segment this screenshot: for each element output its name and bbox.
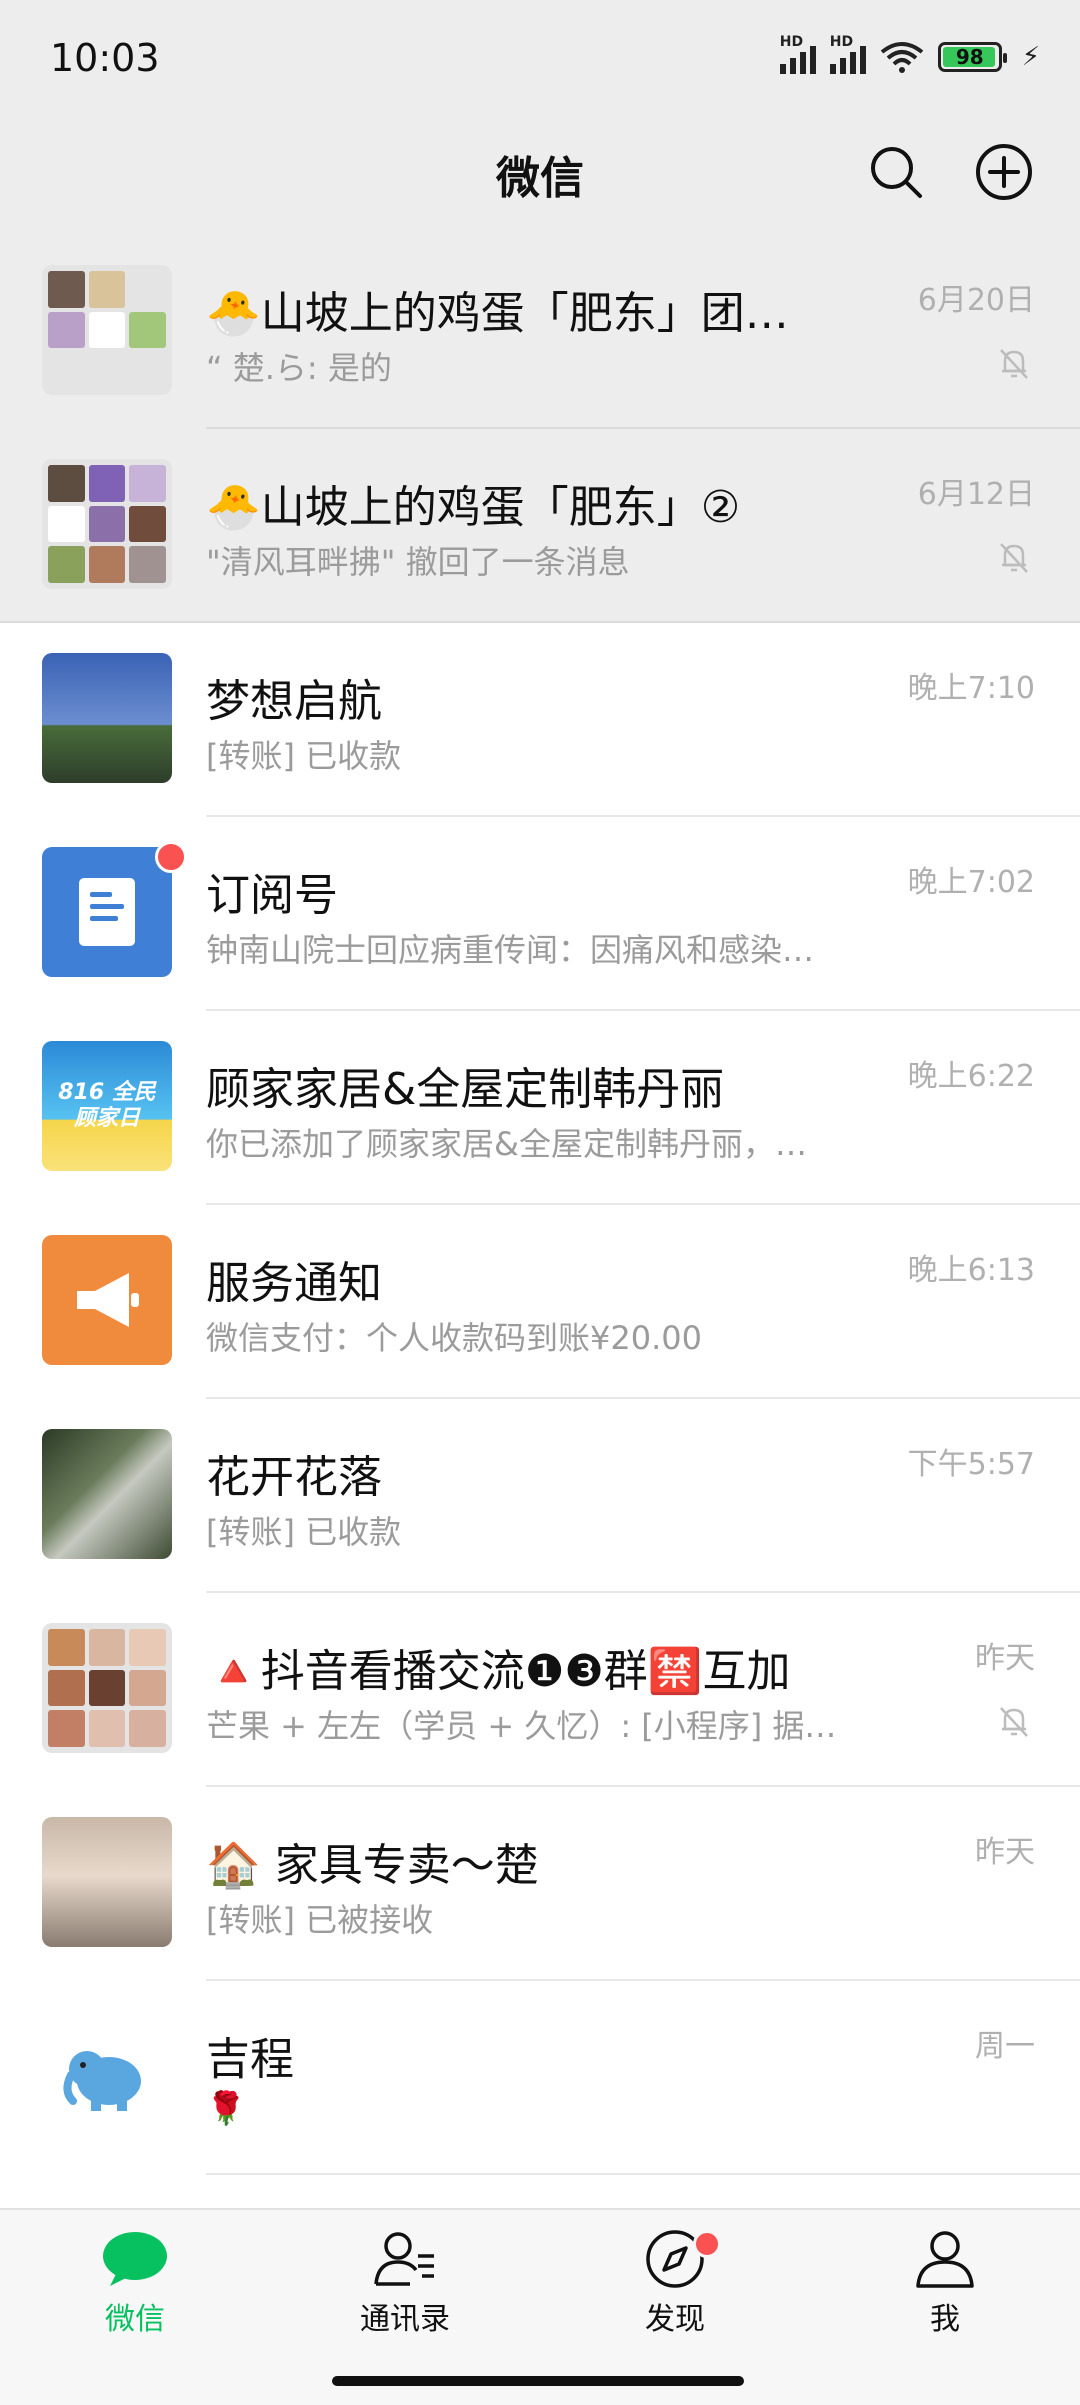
add-button[interactable] <box>974 142 1034 202</box>
chat-preview: 🌹 <box>206 2089 246 2127</box>
row-divider <box>206 2173 1080 2175</box>
status-bar: 10:03 HD HD 98 ⚡ <box>0 0 1080 120</box>
discover-badge-dot <box>693 2230 721 2258</box>
chat-name: 🐣山坡上的鸡蛋「肥东」团… <box>206 288 789 339</box>
chat-name: 顾家家居&全屋定制韩丹丽 <box>206 1064 725 1115</box>
chat-preview: [转账] 已收款 <box>206 737 402 775</box>
plus-circle-icon <box>976 144 1032 200</box>
avatar <box>42 2011 172 2141</box>
chat-preview: 你已添加了顾家家居&全屋定制韩丹丽，… <box>206 1125 807 1163</box>
chat-name: 吉程 <box>206 2034 294 2085</box>
chat-time: 晚上6:22 <box>907 1059 1035 1094</box>
group-avatar <box>42 1623 172 1753</box>
tab-me[interactable]: 我 <box>845 2228 1045 2338</box>
person-icon <box>916 2231 974 2288</box>
chat-preview: "清风耳畔拂" 撤回了一条消息 <box>206 543 630 581</box>
group-avatar <box>42 265 172 395</box>
chat-time: 6月20日 <box>917 283 1035 318</box>
wifi-icon <box>880 42 923 73</box>
subscription-avatar <box>42 847 172 977</box>
tab-label: 发现 <box>645 2302 705 2337</box>
chat-name: 订阅号 <box>206 870 338 921</box>
chat-row[interactable]: 🐣山坡上的鸡蛋「肥东」团… “ 楚.ら: 是的 6月20日 <box>0 235 1080 429</box>
avatar <box>42 1429 172 1559</box>
chat-preview: [转账] 已被接收 <box>206 1901 434 1939</box>
signal-icon-2: HD <box>829 34 866 74</box>
chat-name: 🐣山坡上的鸡蛋「肥东」② <box>206 482 741 533</box>
document-icon <box>79 878 135 946</box>
chat-time: 6月12日 <box>917 477 1035 512</box>
megaphone-icon <box>77 1273 139 1327</box>
chat-time: 周一 <box>975 2029 1035 2064</box>
chat-preview: 钟南山院士回应病重传闻：因痛风和感染… <box>206 931 815 969</box>
chat-row[interactable]: 816 全民顾家日 顾家家居&全屋定制韩丹丽 你已添加了顾家家居&全屋定制韩丹丽… <box>0 1011 1080 1205</box>
battery-icon: 98 <box>937 42 1007 72</box>
chat-row[interactable]: 服务通知 微信支付：个人收款码到账¥20.00 晚上6:13 <box>0 1205 1080 1399</box>
contacts-icon <box>374 2232 434 2286</box>
signal-hd-label: HD <box>779 34 804 50</box>
mute-bell-icon <box>1000 543 1028 573</box>
search-button[interactable] <box>866 142 926 202</box>
chat-row[interactable]: 订阅号 钟南山院士回应病重传闻：因痛风和感染… 晚上7:02 <box>0 817 1080 1011</box>
chat-list: 🐣山坡上的鸡蛋「肥东」团… “ 楚.ら: 是的 6月20日 🐣山坡上的鸡蛋「肥东… <box>0 235 1080 2175</box>
chat-row[interactable]: 🏠 家具专卖～楚 [转账] 已被接收 昨天 <box>0 1787 1080 1981</box>
signal-icon: HD <box>779 34 816 74</box>
tab-discover[interactable]: 发现 <box>575 2228 775 2338</box>
tab-label: 我 <box>930 2302 960 2337</box>
chat-preview: “ 楚.ら: 是的 <box>206 349 392 387</box>
chat-time: 晚上7:02 <box>907 865 1035 900</box>
chat-bubble-icon <box>103 2232 167 2286</box>
tab-label: 微信 <box>105 2302 165 2337</box>
chat-time: 昨天 <box>975 1641 1035 1676</box>
chat-name: 🏠 家具专卖～楚 <box>206 1840 539 1891</box>
chat-preview: [转账] 已收款 <box>206 1513 402 1551</box>
chat-time: 昨天 <box>975 1835 1035 1870</box>
signal-hd-label-2: HD <box>829 34 854 50</box>
chat-time: 下午5:57 <box>907 1447 1035 1482</box>
service-avatar <box>42 1235 172 1365</box>
chat-preview: 芒果 + 左左（学员 + 久忆）: [小程序] 据… <box>206 1707 837 1745</box>
chat-row[interactable]: 花开花落 [转账] 已收款 下午5:57 <box>0 1399 1080 1593</box>
avatar <box>42 653 172 783</box>
chat-time: 晚上6:13 <box>907 1253 1035 1288</box>
tab-chats[interactable]: 微信 <box>35 2228 235 2338</box>
charging-icon: ⚡ <box>1021 42 1040 72</box>
elephant-icon <box>63 2051 141 2111</box>
tab-label: 通讯录 <box>360 2302 450 2337</box>
search-icon <box>871 147 922 198</box>
chat-name: 花开花落 <box>206 1452 382 1503</box>
tab-contacts[interactable]: 通讯录 <box>305 2228 505 2338</box>
chat-name: 服务通知 <box>206 1258 382 1309</box>
chat-time: 晚上7:10 <box>907 671 1035 706</box>
mute-bell-icon <box>1000 1707 1028 1737</box>
avatar-text: 816 全民顾家日 <box>58 1080 156 1131</box>
mute-bell-icon <box>1000 349 1028 379</box>
chat-name: 🔺抖音看播交流❶❸群🈲互加 <box>206 1646 791 1697</box>
unread-dot <box>155 841 187 873</box>
status-time: 10:03 <box>50 36 160 80</box>
battery-level: 98 <box>955 45 984 69</box>
chat-preview: 微信支付：个人收款码到账¥20.00 <box>206 1319 702 1357</box>
status-icons: HD HD 98 ⚡ <box>779 34 1040 74</box>
group-avatar <box>42 459 172 589</box>
home-indicator[interactable] <box>332 2376 744 2386</box>
header: 微信 <box>0 120 1080 235</box>
chat-row[interactable]: 🐣山坡上的鸡蛋「肥东」② "清风耳畔拂" 撤回了一条消息 6月12日 <box>0 429 1080 623</box>
chat-name: 梦想启航 <box>206 676 382 727</box>
chat-row[interactable]: 梦想启航 [转账] 已收款 晚上7:10 <box>0 623 1080 817</box>
avatar <box>42 1817 172 1947</box>
avatar: 816 全民顾家日 <box>42 1041 172 1171</box>
chat-row[interactable]: 🔺抖音看播交流❶❸群🈲互加 芒果 + 左左（学员 + 久忆）: [小程序] 据…… <box>0 1593 1080 1787</box>
chat-row[interactable]: 吉程 🌹 周一 <box>0 1981 1080 2175</box>
